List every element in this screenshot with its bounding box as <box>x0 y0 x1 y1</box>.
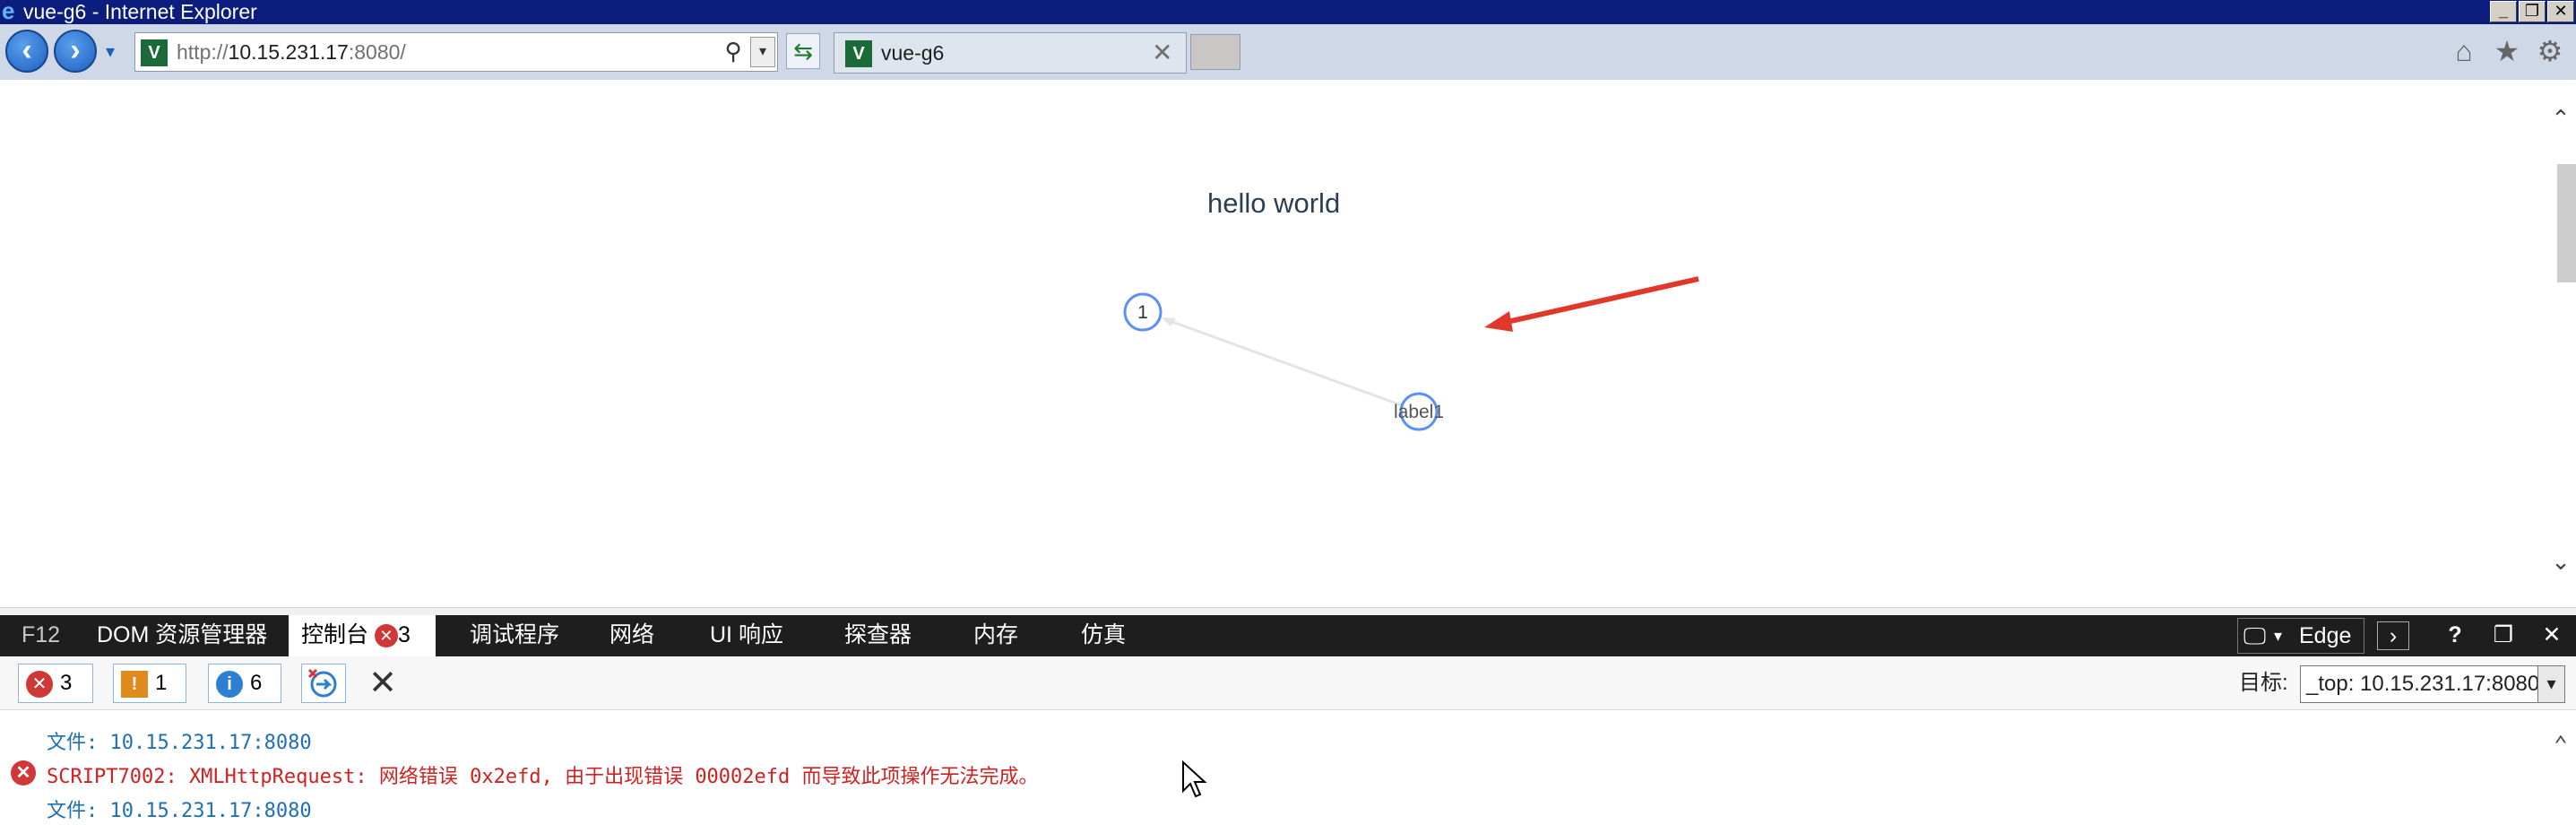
clear-on-navigate-icon <box>307 668 337 698</box>
console-scrollbar[interactable]: ⌃ <box>2546 710 2576 825</box>
graph-node-1[interactable]: 1 <box>1123 292 1163 332</box>
tab-emulation[interactable]: 仿真 <box>1068 615 1138 656</box>
tab-memory[interactable]: 内存 <box>961 615 1031 656</box>
home-icon[interactable]: ⌂ <box>2447 33 2481 69</box>
page-scrollbar[interactable]: ⌃ ⌄ <box>2546 80 2576 607</box>
tab-title: vue-g6 <box>881 41 945 65</box>
node-label-label1: label1 <box>1394 402 1444 422</box>
target-label: 目标: <box>2239 671 2288 695</box>
tab-ui-responsiveness[interactable]: UI 响应 <box>697 615 796 656</box>
tab-vue-g6[interactable]: V vue-g6 ✕ <box>834 32 1187 74</box>
tab-debugger[interactable]: 调试程序 <box>457 615 572 656</box>
f12-label: F12 <box>22 622 61 647</box>
console-file-line[interactable]: 文件: 10.15.231.17:8080 <box>47 795 312 823</box>
back-button[interactable]: ‹ <box>5 30 48 73</box>
tab-network[interactable]: 网络 <box>597 615 667 656</box>
address-dropdown-icon[interactable]: ▾ <box>750 37 775 67</box>
device-icon: 🖵 <box>2243 622 2267 649</box>
search-icon[interactable]: ⚲ <box>718 37 748 67</box>
console-error-icon: ✕ <box>374 624 398 648</box>
tab-favicon-icon: V <box>845 40 872 67</box>
scroll-up-icon[interactable]: ⌃ <box>2546 105 2576 132</box>
new-tab-button[interactable] <box>1190 34 1240 70</box>
refresh-button[interactable]: ⇆ <box>786 33 820 69</box>
console-toggle-icon[interactable]: › <box>2377 621 2409 650</box>
forward-button[interactable]: › <box>54 30 97 73</box>
scroll-down-icon[interactable]: ⌄ <box>2546 548 2576 575</box>
page-content: hello world 1 label1 <box>0 80 2546 607</box>
history-dropdown-icon[interactable]: ▾ <box>106 40 115 63</box>
tab-dom-explorer[interactable]: DOM 资源管理器 <box>84 615 280 656</box>
ie-logo-icon: e <box>2 0 15 24</box>
settings-gear-icon[interactable]: ⚙ <box>2533 33 2567 69</box>
document-mode-dropdown[interactable]: 🖵 ▾ Edge <box>2237 618 2364 654</box>
console-line-partial: … <box>47 698 59 710</box>
devtools-tabbar: F12 DOM 资源管理器 控制台 ✕ 3 调试程序 网络 UI 响应 探查器 内… <box>0 615 2576 656</box>
console-file-line[interactable]: 文件: 10.15.231.17:8080 <box>47 726 312 755</box>
info-icon: i <box>216 670 243 698</box>
help-button[interactable]: ? <box>2440 619 2470 653</box>
graph-edge <box>1164 317 1420 413</box>
devtools-splitter[interactable] <box>0 607 2576 615</box>
favorites-star-icon[interactable]: ★ <box>2490 33 2524 69</box>
console-output: … 文件: 10.15.231.17:8080 ✕ SCRIPT7002: XM… <box>0 698 2576 825</box>
tab-profiler[interactable]: 探查器 <box>832 615 924 656</box>
mouse-cursor-icon <box>1182 760 1207 798</box>
error-icon: ✕ <box>11 760 36 786</box>
target-select[interactable]: _top: 10.15.231.17:8080 ▾ <box>2300 665 2565 703</box>
address-bar[interactable]: V http://10.15.231.17:8080/ ⚲ ▾ <box>134 32 778 72</box>
restore-button[interactable]: ❐ <box>2519 1 2546 22</box>
window-title-bar: e vue-g6 - Internet Explorer _ ❐ ✕ <box>0 0 2576 24</box>
site-favicon-icon: V <box>141 39 168 66</box>
document-mode-label: Edge <box>2299 623 2352 648</box>
address-url[interactable]: http://10.15.231.17:8080/ <box>177 33 406 71</box>
close-window-button[interactable]: ✕ <box>2547 1 2574 22</box>
browser-toolbar: ‹ › ▾ V http://10.15.231.17:8080/ ⚲ ▾ ⇆ … <box>0 24 2576 80</box>
minimize-button[interactable]: _ <box>2490 1 2517 22</box>
chevron-down-icon: ▾ <box>2274 627 2283 645</box>
warning-icon: ! <box>121 670 148 698</box>
close-devtools-icon[interactable]: ✕ <box>2537 619 2567 653</box>
chevron-down-icon: ▾ <box>2537 666 2564 702</box>
graph-canvas[interactable]: 1 label1 <box>0 80 2546 607</box>
red-arrow-icon <box>1484 276 1699 332</box>
tab-console[interactable]: 控制台 ✕ 3 <box>289 615 436 656</box>
undock-icon[interactable]: ❐ <box>2488 619 2519 653</box>
close-tab-icon[interactable]: ✕ <box>1152 33 1172 73</box>
window-title: vue-g6 - Internet Explorer <box>23 0 257 23</box>
scroll-thumb[interactable] <box>2557 164 2576 282</box>
scroll-up-icon[interactable]: ⌃ <box>2546 732 2576 759</box>
console-error-line[interactable]: SCRIPT7002: XMLHttpRequest: 网络错误 0x2efd,… <box>47 760 1039 789</box>
node-label-1: 1 <box>1137 302 1148 323</box>
graph-node-label1[interactable]: label1 <box>1394 392 1444 431</box>
error-icon: ✕ <box>26 670 53 698</box>
